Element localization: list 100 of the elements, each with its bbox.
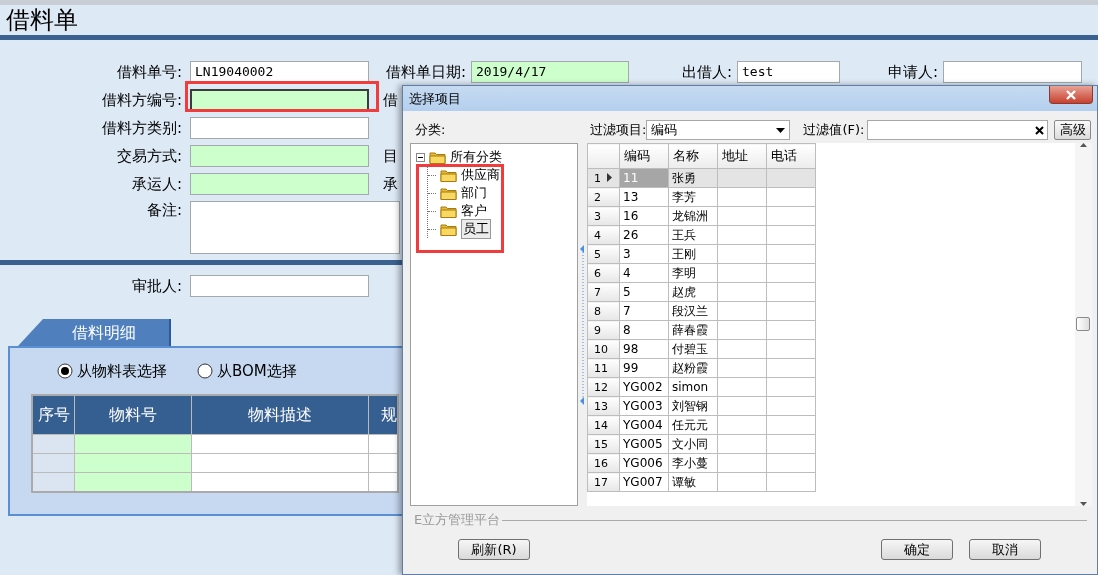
table-cell[interactable] bbox=[717, 301, 767, 321]
table-cell[interactable]: 8 bbox=[619, 320, 669, 340]
input-field[interactable] bbox=[190, 89, 369, 111]
table-cell[interactable] bbox=[717, 472, 767, 492]
table-cell[interactable] bbox=[717, 453, 767, 473]
table-cell[interactable]: 赵虎 bbox=[668, 282, 718, 302]
input-field[interactable]: test bbox=[737, 61, 840, 83]
table-cell[interactable] bbox=[717, 187, 767, 207]
tree-item[interactable]: 所有分类 bbox=[450, 148, 502, 166]
table-cell[interactable]: 薛春霞 bbox=[668, 320, 718, 340]
row-number: 14 bbox=[594, 418, 608, 432]
table-cell[interactable]: 26 bbox=[619, 225, 669, 245]
radio-button[interactable] bbox=[57, 363, 73, 379]
table-cell[interactable] bbox=[766, 282, 816, 302]
table-cell[interactable] bbox=[766, 396, 816, 416]
table-cell[interactable] bbox=[766, 415, 816, 435]
close-button[interactable] bbox=[1049, 86, 1093, 104]
scroll-down-icon[interactable] bbox=[1080, 502, 1087, 506]
table-cell[interactable]: 文小同 bbox=[668, 434, 718, 454]
clear-icon[interactable] bbox=[1035, 125, 1045, 135]
table-cell[interactable] bbox=[766, 187, 816, 207]
collapse-icon[interactable] bbox=[416, 152, 425, 162]
table-cell[interactable]: 16 bbox=[619, 206, 669, 226]
input-field[interactable] bbox=[190, 145, 369, 167]
table-cell[interactable]: 刘智钢 bbox=[668, 396, 718, 416]
radio-button[interactable] bbox=[197, 363, 213, 379]
table-cell[interactable] bbox=[766, 320, 816, 340]
table-cell[interactable]: 李小蔓 bbox=[668, 453, 718, 473]
table-cell[interactable]: 98 bbox=[619, 339, 669, 359]
tree-item[interactable]: 客户 bbox=[461, 202, 487, 220]
table-cell[interactable] bbox=[32, 472, 75, 492]
table-cell[interactable] bbox=[32, 434, 75, 454]
table-cell[interactable]: YG005 bbox=[619, 434, 669, 454]
table-cell[interactable]: 赵粉霞 bbox=[668, 358, 718, 378]
table-cell[interactable] bbox=[717, 320, 767, 340]
input-field[interactable] bbox=[190, 275, 369, 297]
table-cell[interactable] bbox=[766, 453, 816, 473]
table-cell[interactable]: 谭敏 bbox=[668, 472, 718, 492]
filter-dropdown[interactable]: 编码 bbox=[646, 120, 791, 140]
scroll-thumb[interactable] bbox=[1076, 317, 1090, 331]
input-field[interactable]: 2019/4/17 bbox=[471, 61, 629, 83]
table-cell[interactable]: 7 bbox=[619, 301, 669, 321]
input-field[interactable] bbox=[190, 173, 369, 195]
section-tab[interactable]: 借料明细 bbox=[18, 319, 171, 346]
input-field[interactable]: LN19040002 bbox=[190, 61, 369, 83]
table-cell[interactable] bbox=[717, 358, 767, 378]
filter-value-field[interactable] bbox=[867, 120, 1049, 140]
table-cell[interactable]: 付碧玉 bbox=[668, 339, 718, 359]
table-cell[interactable] bbox=[766, 358, 816, 378]
remarks-field[interactable] bbox=[190, 201, 400, 254]
ok-button[interactable]: 确定 bbox=[881, 539, 953, 560]
advanced-button[interactable]: 高级 bbox=[1054, 120, 1092, 140]
table-cell[interactable] bbox=[717, 206, 767, 226]
table-cell[interactable] bbox=[717, 415, 767, 435]
input-field[interactable] bbox=[190, 117, 369, 139]
input-field[interactable] bbox=[943, 61, 1082, 83]
tree-item[interactable]: 部门 bbox=[461, 184, 487, 202]
table-cell[interactable] bbox=[717, 263, 767, 283]
table-cell[interactable]: 龙锦洲 bbox=[668, 206, 718, 226]
table-cell[interactable]: 99 bbox=[619, 358, 669, 378]
table-cell[interactable]: 5 bbox=[619, 282, 669, 302]
table-cell[interactable] bbox=[766, 244, 816, 264]
table-cell[interactable]: simon bbox=[668, 377, 718, 397]
table-cell[interactable] bbox=[32, 453, 75, 473]
scrollbar[interactable] bbox=[1075, 143, 1092, 506]
table-cell[interactable]: YG003 bbox=[619, 396, 669, 416]
table-cell[interactable]: 李芳 bbox=[668, 187, 718, 207]
table-cell[interactable]: 段汉兰 bbox=[668, 301, 718, 321]
table-cell[interactable] bbox=[766, 434, 816, 454]
refresh-button[interactable]: 刷新(R) bbox=[458, 539, 530, 560]
cancel-button[interactable]: 取消 bbox=[969, 539, 1041, 560]
table-cell[interactable] bbox=[766, 339, 816, 359]
tree-item[interactable]: 供应商 bbox=[461, 166, 500, 184]
table-cell[interactable]: 王兵 bbox=[668, 225, 718, 245]
table-cell[interactable] bbox=[717, 282, 767, 302]
table-cell[interactable] bbox=[717, 244, 767, 264]
table-cell[interactable]: 任元元 bbox=[668, 415, 718, 435]
table-cell[interactable]: 王刚 bbox=[668, 244, 718, 264]
table-cell[interactable] bbox=[766, 377, 816, 397]
table-cell[interactable] bbox=[766, 263, 816, 283]
table-cell[interactable]: 3 bbox=[619, 244, 669, 264]
table-cell[interactable] bbox=[717, 339, 767, 359]
table-cell[interactable]: YG007 bbox=[619, 472, 669, 492]
table-cell[interactable]: 李明 bbox=[668, 263, 718, 283]
table-cell[interactable] bbox=[717, 434, 767, 454]
table-cell[interactable]: YG006 bbox=[619, 453, 669, 473]
table-cell[interactable]: 13 bbox=[619, 187, 669, 207]
tree-item[interactable]: 员工 bbox=[461, 219, 491, 239]
table-cell[interactable] bbox=[766, 301, 816, 321]
table-cell[interactable] bbox=[766, 225, 816, 245]
table-cell[interactable] bbox=[717, 377, 767, 397]
scroll-up-icon[interactable] bbox=[1080, 143, 1087, 147]
table-cell[interactable]: YG002 bbox=[619, 377, 669, 397]
table-cell[interactable]: 4 bbox=[619, 263, 669, 283]
table-cell[interactable] bbox=[766, 472, 816, 492]
splitter-handle[interactable] bbox=[580, 244, 585, 405]
table-cell[interactable]: YG004 bbox=[619, 415, 669, 435]
table-cell[interactable] bbox=[717, 225, 767, 245]
table-cell[interactable] bbox=[717, 396, 767, 416]
table-cell[interactable] bbox=[766, 206, 816, 226]
